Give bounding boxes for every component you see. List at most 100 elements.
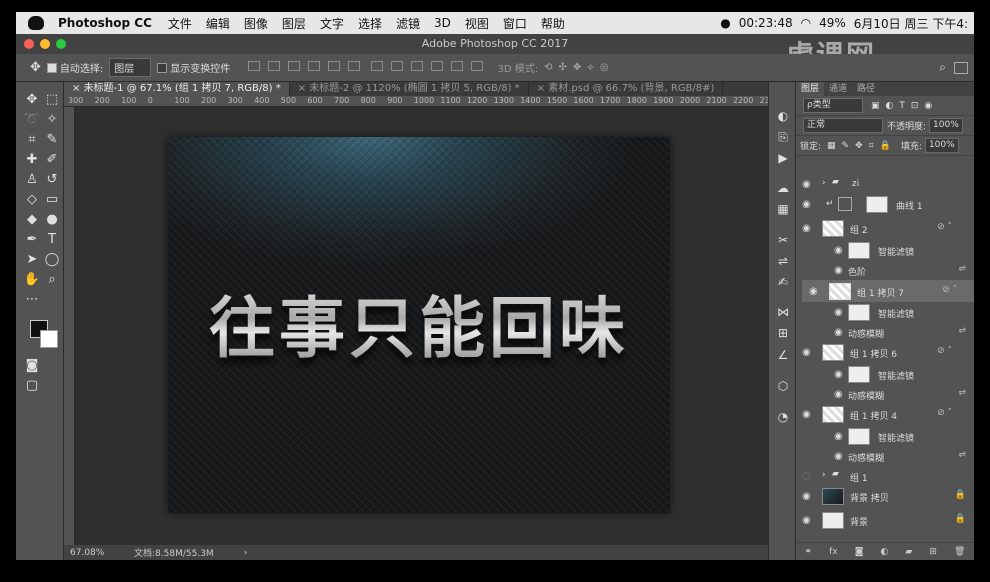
screen-mode-icon[interactable]: ▢	[23, 377, 41, 393]
new-layer-icon[interactable]: ⊞	[929, 547, 937, 557]
filter-kind-dropdown[interactable]: ρ类型	[803, 98, 863, 113]
eyedropper-icon[interactable]: ✎	[43, 131, 61, 147]
filter-options-icon[interactable]: ⇌	[958, 326, 966, 336]
eye-icon[interactable]: ◉	[802, 491, 811, 502]
distribute-top-icon[interactable]	[371, 61, 384, 71]
eye-icon[interactable]: ◉	[834, 451, 843, 462]
wifi-icon[interactable]: ◠	[801, 16, 811, 30]
history-brush-icon[interactable]: ↺	[43, 171, 61, 187]
brush-panel-icon[interactable]: ✍	[775, 274, 791, 290]
eye-icon[interactable]: ◉	[834, 327, 843, 338]
vertical-ruler[interactable]	[64, 107, 75, 545]
distribute-hcenter-icon[interactable]	[451, 61, 464, 71]
distribute-vcenter-icon[interactable]	[391, 61, 404, 71]
tab-doc-3[interactable]: × 素材.psd @ 66.7% (背景, RGB/8#)	[529, 82, 724, 96]
close-icon[interactable]: ×	[298, 83, 310, 94]
canvas-area[interactable]: 往事只能回味	[75, 107, 768, 545]
close-window-button[interactable]	[24, 39, 34, 49]
filter-row[interactable]: ◉ 智能滤镜	[796, 302, 974, 322]
auto-select-checkbox[interactable]	[46, 62, 57, 73]
menu-edit[interactable]: 编辑	[206, 15, 230, 32]
move-tool-icon[interactable]: ✥	[30, 60, 41, 75]
history-panel-icon[interactable]: ⎘	[775, 129, 791, 145]
layer-row[interactable]: ◉ 组 1 拷贝 4 ⊘ ˄	[796, 404, 974, 426]
filter-row[interactable]: ◉ 智能滤镜	[796, 426, 974, 446]
menu-window[interactable]: 窗口	[503, 15, 527, 32]
crop-tool-icon[interactable]: ⌗	[23, 131, 41, 147]
new-group-icon[interactable]: ▰	[905, 547, 912, 557]
filter-options-icon[interactable]: ⇌	[958, 264, 966, 274]
tab-layers[interactable]: 图层	[796, 82, 825, 96]
eye-icon[interactable]: ◉	[802, 409, 811, 420]
filter-row[interactable]: ◉ 智能滤镜	[796, 240, 974, 260]
distribute-right-icon[interactable]	[471, 61, 484, 71]
zoom-window-button[interactable]	[56, 39, 66, 49]
tab-doc-2[interactable]: × 未标题-2 @ 1120% (椭圆 1 拷贝 5, RGB/8) *	[290, 82, 529, 96]
search-icon[interactable]: ⌕	[939, 60, 946, 75]
layer-row[interactable]: ○ › ▰ 组 1	[796, 466, 974, 486]
eraser-tool-icon[interactable]: ◇	[23, 191, 41, 207]
filter-effect-row[interactable]: ◉ 动感模糊 ⇌	[796, 446, 974, 466]
eye-icon[interactable]: ◉	[834, 245, 843, 256]
align-left-icon[interactable]	[308, 61, 321, 71]
layer-row[interactable]: ◉ › ▰ zi	[796, 174, 974, 194]
type-tool-icon[interactable]: T	[43, 231, 61, 247]
3d-panel-icon[interactable]: ⬡	[775, 378, 791, 394]
eye-icon[interactable]: ◉	[802, 515, 811, 526]
eye-icon[interactable]: ◉	[834, 389, 843, 400]
path-select-icon[interactable]: ➤	[23, 251, 41, 267]
background-color-swatch[interactable]	[40, 330, 58, 348]
marquee-tool-icon[interactable]: ⬚	[43, 91, 61, 107]
fx-icon[interactable]: fx	[829, 547, 838, 557]
filter-mask-thumbnail[interactable]	[848, 242, 870, 259]
measure-panel-icon[interactable]: ∠	[775, 347, 791, 363]
eye-hidden-icon[interactable]: ○	[802, 471, 811, 482]
layer-row[interactable]: ◉ 组 1 拷贝 6 ⊘ ˄	[796, 342, 974, 364]
align-top-icon[interactable]	[248, 61, 261, 71]
filter-options-icon[interactable]: ⇌	[958, 450, 966, 460]
menu-filter[interactable]: 滤镜	[396, 15, 420, 32]
mask-thumbnail[interactable]	[866, 196, 888, 213]
tab-channels[interactable]: 通道	[824, 82, 852, 96]
align-right-icon[interactable]	[348, 61, 361, 71]
menu-view[interactable]: 视图	[465, 15, 489, 32]
gradient-tool-icon[interactable]: ▭	[43, 191, 61, 207]
brush-tool-icon[interactable]: ✐	[43, 151, 61, 167]
menu-3d[interactable]: 3D	[434, 16, 451, 30]
opacity-field[interactable]: 100%	[929, 118, 963, 133]
close-icon[interactable]: ×	[72, 83, 84, 94]
info-panel-icon[interactable]: ⊞	[775, 325, 791, 341]
filter-mask-thumbnail[interactable]	[848, 366, 870, 383]
align-hcenter-icon[interactable]	[328, 61, 341, 71]
menu-layer[interactable]: 图层	[282, 15, 306, 32]
smart-filter-icon[interactable]: ⊘ ˄	[937, 222, 952, 232]
horizontal-ruler[interactable]: 300 200 100 0 100 200 300 400 500 600 700 800 900 100…	[64, 96, 768, 107]
filter-options-icon[interactable]: ⇌	[958, 388, 966, 398]
layer-row[interactable]: ◉ ↵ 曲线 1	[796, 194, 974, 216]
close-icon[interactable]: ×	[537, 83, 549, 94]
eye-icon[interactable]: ◉	[834, 307, 843, 318]
auto-select-dropdown[interactable]: 图层	[109, 58, 152, 77]
filter-type-icons[interactable]: ▣◐T⊡◉	[871, 101, 938, 111]
smart-filter-icon[interactable]: ⊘ ˄	[942, 285, 957, 295]
trash-icon[interactable]: 🗑	[954, 547, 965, 557]
actions-panel-icon[interactable]: ▶	[775, 150, 791, 166]
tab-paths[interactable]: 路径	[852, 82, 880, 96]
eye-icon[interactable]: ◉	[802, 223, 811, 234]
blend-mode-dropdown[interactable]: 正常	[803, 118, 883, 133]
eye-icon[interactable]: ◉	[802, 179, 811, 190]
clone-stamp-icon[interactable]: ♙	[23, 171, 41, 187]
layer-row[interactable]: ◉ 背景 🔒	[796, 510, 974, 532]
eye-icon[interactable]: ◉	[809, 286, 818, 297]
chevron-right-icon[interactable]: ›	[822, 178, 826, 188]
swatches-panel-icon[interactable]: ▦	[775, 201, 791, 217]
align-vcenter-icon[interactable]	[268, 61, 281, 71]
pen-tool-icon[interactable]: ✒	[23, 231, 41, 247]
dodge-tool-icon[interactable]: ●	[43, 211, 61, 227]
zoom-level[interactable]: 67.08%	[70, 548, 124, 558]
minimize-window-button[interactable]	[40, 39, 50, 49]
eye-icon[interactable]: ◉	[802, 199, 811, 210]
smart-object-thumbnail[interactable]	[822, 344, 844, 361]
tab-doc-1[interactable]: × 未标题-1 @ 67.1% (组 1 拷贝 7, RGB/8) *	[64, 82, 290, 96]
apple-icon[interactable]	[28, 16, 44, 30]
